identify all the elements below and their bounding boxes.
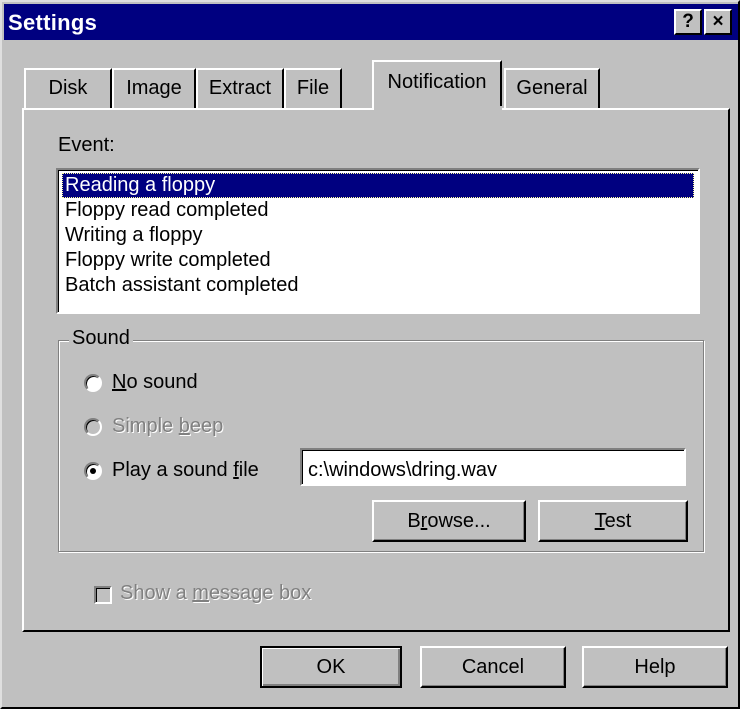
test-button[interactable]: Test bbox=[538, 500, 688, 542]
show-message-box-label[interactable]: Show a message box bbox=[120, 582, 311, 605]
title-bar[interactable]: Settings ? × bbox=[4, 4, 738, 40]
event-item-writing-floppy[interactable]: Writing a floppy bbox=[62, 223, 205, 248]
event-label: Event: bbox=[58, 134, 115, 156]
ok-button[interactable]: OK bbox=[260, 646, 402, 688]
cancel-button[interactable]: Cancel bbox=[420, 646, 566, 688]
no-sound-label[interactable]: No sound bbox=[112, 371, 198, 394]
tab-notification[interactable]: Notification bbox=[372, 60, 502, 110]
sound-file-input[interactable] bbox=[300, 448, 686, 486]
event-listbox[interactable]: Reading a floppy Floppy read completed W… bbox=[56, 168, 700, 314]
tab-general[interactable]: General bbox=[504, 68, 600, 108]
show-message-box-checkbox[interactable] bbox=[94, 586, 112, 604]
tab-disk[interactable]: Disk bbox=[24, 68, 112, 108]
simple-beep-label[interactable]: Simple beep bbox=[112, 415, 223, 438]
no-sound-radio[interactable] bbox=[84, 374, 102, 392]
settings-dialog: Settings ? × Disk Image Extract File Not… bbox=[0, 0, 740, 709]
simple-beep-radio[interactable] bbox=[84, 418, 102, 436]
event-item-reading-floppy[interactable]: Reading a floppy bbox=[62, 173, 694, 198]
play-sound-file-radio[interactable] bbox=[84, 462, 102, 480]
sound-group-label: Sound bbox=[69, 327, 133, 350]
browse-button[interactable]: Browse... bbox=[372, 500, 526, 542]
active-tab-joint bbox=[374, 106, 502, 112]
tab-extract[interactable]: Extract bbox=[196, 68, 284, 108]
event-item-batch-assistant-completed[interactable]: Batch assistant completed bbox=[62, 273, 301, 298]
window-title: Settings bbox=[8, 10, 98, 35]
tab-file[interactable]: File bbox=[284, 68, 342, 108]
play-sound-file-label[interactable]: Play a sound file bbox=[112, 459, 259, 482]
help-button[interactable]: Help bbox=[582, 646, 728, 688]
tab-image[interactable]: Image bbox=[112, 68, 196, 108]
event-item-floppy-read-completed[interactable]: Floppy read completed bbox=[62, 198, 271, 223]
help-title-button[interactable]: ? bbox=[674, 9, 702, 35]
radio-selected-dot-icon bbox=[90, 468, 96, 474]
close-button[interactable]: × bbox=[704, 9, 732, 35]
event-item-floppy-write-completed[interactable]: Floppy write completed bbox=[62, 248, 274, 273]
